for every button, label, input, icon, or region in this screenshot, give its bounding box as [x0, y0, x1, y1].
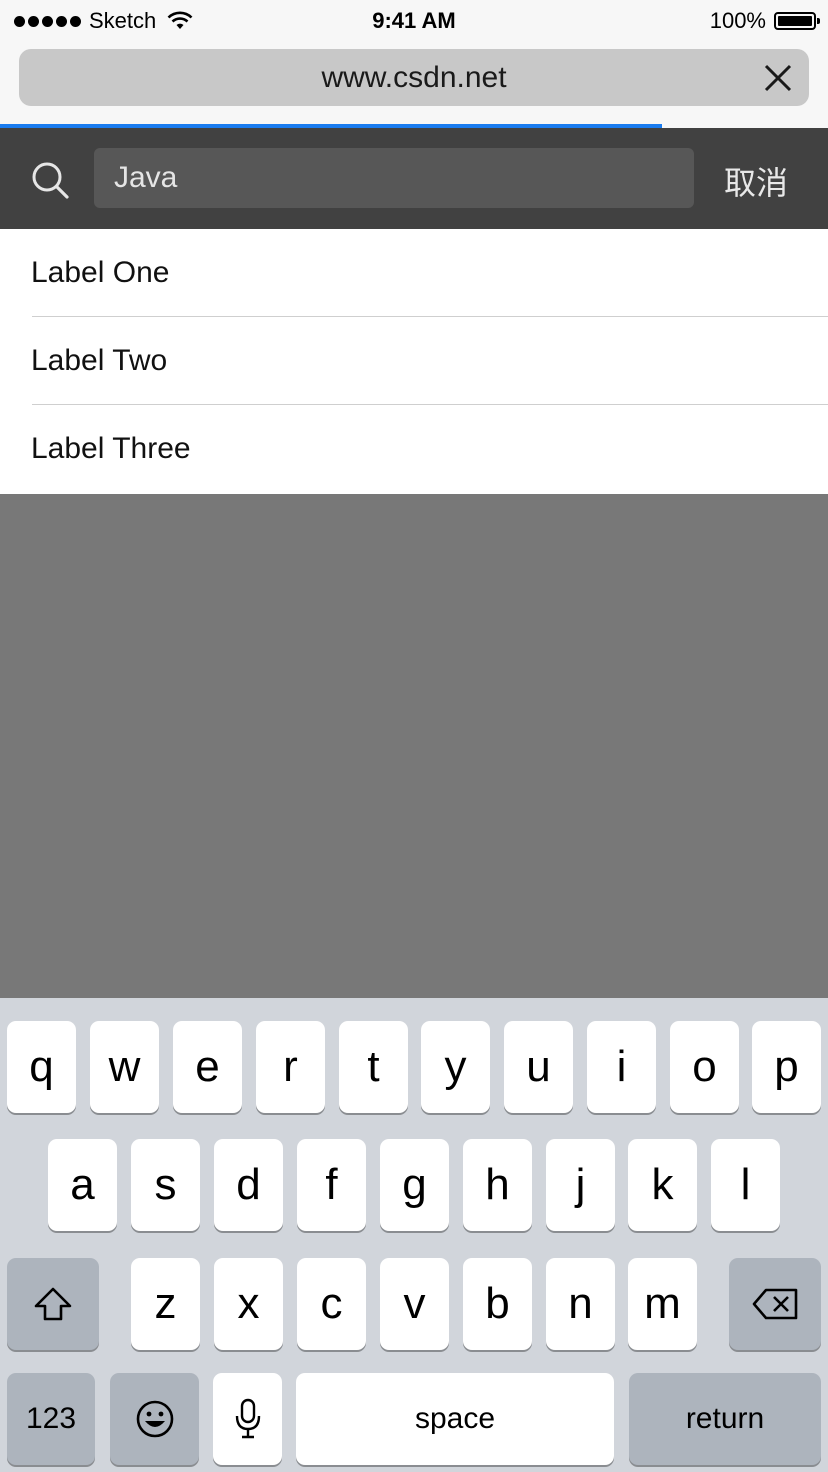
- key-h[interactable]: h: [463, 1139, 532, 1231]
- list-item-label: Label One: [31, 256, 170, 289]
- dimmed-overlay[interactable]: [0, 494, 828, 998]
- shift-icon: [34, 1287, 72, 1321]
- key-n[interactable]: n: [546, 1258, 615, 1350]
- numbers-key[interactable]: 123: [7, 1373, 95, 1465]
- key-g[interactable]: g: [380, 1139, 449, 1231]
- status-time: 9:41 AM: [372, 8, 456, 33]
- key-a[interactable]: a: [48, 1139, 117, 1231]
- key-i[interactable]: i: [587, 1021, 656, 1113]
- key-x[interactable]: x: [214, 1258, 283, 1350]
- key-d[interactable]: d: [214, 1139, 283, 1231]
- key-f[interactable]: f: [297, 1139, 366, 1231]
- cancel-button[interactable]: 取消: [724, 158, 788, 204]
- keyboard: q w e r t y u i o p a s d f g h j k l z …: [0, 998, 828, 1472]
- microphone-icon: [235, 1398, 260, 1439]
- key-j[interactable]: j: [546, 1139, 615, 1231]
- list-item[interactable]: Label One: [0, 229, 828, 317]
- key-z[interactable]: z: [131, 1258, 200, 1350]
- backspace-key[interactable]: [729, 1258, 821, 1350]
- key-b[interactable]: b: [463, 1258, 532, 1350]
- status-right: 100%: [709, 8, 820, 34]
- shift-key[interactable]: [7, 1258, 99, 1350]
- emoji-key[interactable]: [110, 1373, 199, 1465]
- battery-icon: [774, 12, 820, 30]
- list-item[interactable]: Label Two: [0, 317, 828, 405]
- backspace-icon: [752, 1288, 798, 1320]
- suggestion-list: Label One Label Two Label Three: [0, 229, 828, 494]
- url-bar[interactable]: www.csdn.net: [19, 49, 809, 106]
- key-s[interactable]: s: [131, 1139, 200, 1231]
- search-icon: [32, 162, 69, 199]
- list-item-label: Label Three: [31, 432, 191, 465]
- key-w[interactable]: w: [90, 1021, 159, 1113]
- key-c[interactable]: c: [297, 1258, 366, 1350]
- list-item-label: Label Two: [31, 344, 168, 377]
- browser-url-area: www.csdn.net: [0, 40, 828, 128]
- key-t[interactable]: t: [339, 1021, 408, 1113]
- key-r[interactable]: r: [256, 1021, 325, 1113]
- url-text: www.csdn.net: [321, 61, 507, 94]
- status-bar: Sketch 9:41 AM 100%: [0, 0, 828, 40]
- key-y[interactable]: y: [421, 1021, 490, 1113]
- key-l[interactable]: l: [711, 1139, 780, 1231]
- battery-percent: 100%: [709, 8, 766, 33]
- search-header: 取消: [0, 128, 828, 229]
- key-u[interactable]: u: [504, 1021, 573, 1113]
- space-key[interactable]: space: [296, 1373, 614, 1465]
- key-e[interactable]: e: [173, 1021, 242, 1113]
- microphone-key[interactable]: [213, 1373, 282, 1465]
- key-q[interactable]: q: [7, 1021, 76, 1113]
- emoji-icon: [136, 1400, 173, 1438]
- key-o[interactable]: o: [670, 1021, 739, 1113]
- key-p[interactable]: p: [752, 1021, 821, 1113]
- key-v[interactable]: v: [380, 1258, 449, 1350]
- search-input[interactable]: [94, 148, 694, 208]
- close-icon[interactable]: [763, 63, 793, 93]
- return-key[interactable]: return: [629, 1373, 821, 1465]
- key-m[interactable]: m: [628, 1258, 697, 1350]
- key-k[interactable]: k: [628, 1139, 697, 1231]
- list-item[interactable]: Label Three: [0, 405, 828, 493]
